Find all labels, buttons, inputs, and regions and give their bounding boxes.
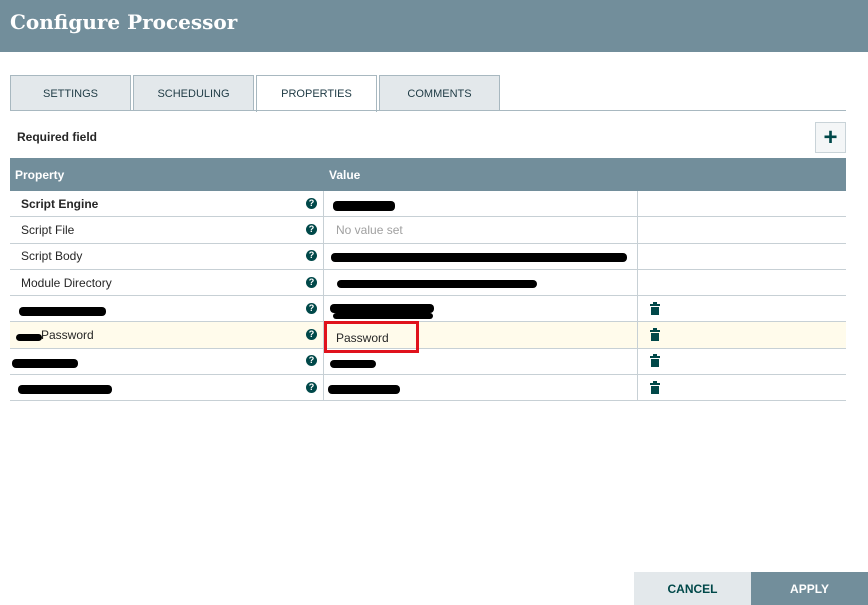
redaction-mark [16,334,42,341]
apply-button[interactable]: APPLY [751,572,868,605]
help-icon[interactable]: ? [306,329,317,341]
tab-scheduling[interactable]: SCHEDULING [133,75,254,111]
redaction-mark [12,359,78,368]
table-row[interactable]: Script File ? No value set [10,217,846,244]
help-icon[interactable]: ? [306,381,317,393]
property-name-text: Password [41,328,94,343]
table-row[interactable]: Password ? [10,322,846,349]
redaction-mark [330,360,376,368]
add-property-button[interactable]: + [815,122,846,153]
property-column-header: Property [15,168,65,182]
property-name-text: Module Directory [21,275,112,290]
redaction-mark [328,385,400,394]
property-name: Script Engine ? [10,191,324,217]
row-actions [638,244,846,269]
help-icon[interactable]: ? [306,223,317,235]
dialog-title: Configure Processor [10,10,238,34]
table-row[interactable]: ? [10,348,846,376]
required-field-label: Required field [17,130,98,144]
row-actions [638,375,846,400]
table-row[interactable]: Script Engine ? [10,191,846,218]
property-name: Module Directory ? [10,269,324,296]
row-actions [638,191,846,216]
property-name-text: Script File [21,222,75,237]
row-actions [638,296,846,321]
help-icon[interactable]: ? [306,355,317,367]
value-column-header: Value [329,168,361,182]
plus-icon: + [823,123,838,151]
grid-header: Property Value [10,158,846,191]
redaction-mark [330,304,434,313]
table-row[interactable]: ? [10,375,846,402]
tab-divider [10,110,846,111]
row-actions [638,270,846,295]
tab-comments[interactable]: COMMENTS [379,75,500,111]
help-icon[interactable]: ? [306,197,317,209]
property-name-text: Script Body [21,249,83,264]
trash-icon[interactable] [650,354,660,368]
property-name: Password ? [10,322,324,348]
redaction-mark [331,253,627,262]
password-value-text: Password [336,331,389,345]
trash-icon[interactable] [650,301,660,315]
help-icon[interactable]: ? [306,276,317,288]
redaction-mark [19,307,106,316]
tab-properties[interactable]: PROPERTIES [256,75,377,112]
row-actions [638,217,846,242]
dialog-header: Configure Processor [0,0,868,52]
help-icon[interactable]: ? [306,250,317,262]
password-value-annotation[interactable]: Password [324,321,419,353]
redaction-mark [337,280,537,288]
property-name-text: Script Engine [21,196,99,211]
tab-settings[interactable]: SETTINGS [10,75,131,111]
trash-icon[interactable] [650,380,660,394]
cancel-button[interactable]: CANCEL [634,572,751,605]
property-value[interactable]: No value set [324,217,638,243]
property-name: Script Body ? [10,243,324,269]
redaction-mark [333,313,433,319]
row-actions [638,322,846,347]
property-name: Script File ? [10,217,324,243]
help-icon[interactable]: ? [306,302,317,314]
redaction-mark [18,385,112,394]
row-actions [638,349,846,374]
redaction-mark [333,201,395,211]
trash-icon[interactable] [650,328,660,342]
